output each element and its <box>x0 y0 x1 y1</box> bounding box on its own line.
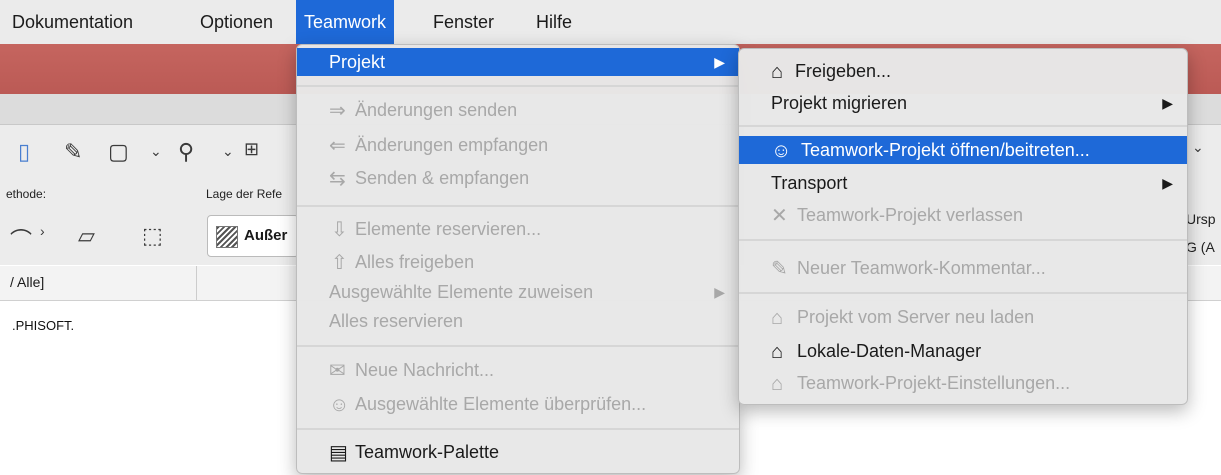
menu-item-new-message[interactable]: ✉ Neue Nachricht... <box>297 356 739 384</box>
menu-item-send-receive[interactable]: ⇆ Senden & empfangen <box>297 164 739 192</box>
house-icon: ⌂ <box>771 61 784 83</box>
arrow-down-icon: ⇩ <box>331 219 348 241</box>
reference-label: Lage der Refe <box>206 187 283 201</box>
chevron-down-icon[interactable]: ⌄ <box>1192 139 1204 156</box>
submenu-arrow-icon: ▶ <box>714 284 725 300</box>
box-icon[interactable]: ▱ <box>78 223 95 249</box>
chevron-down-icon[interactable]: ⌄ <box>150 143 162 160</box>
menu-item-label: Änderungen empfangen <box>355 135 549 155</box>
menu-item-reload[interactable]: ⌂ Projekt vom Server neu laden <box>739 303 1187 331</box>
menu-item-label: Ausgewählte Elemente überprüfen... <box>355 394 647 414</box>
menu-item-label: Alles freigeben <box>355 252 475 272</box>
menu-item-reserve-all[interactable]: Alles reservieren <box>297 307 739 335</box>
menu-item-share[interactable]: ⌂ Freigeben... <box>739 57 1187 85</box>
hatch-selector[interactable]: Außer <box>207 215 299 257</box>
menu-item-send-changes[interactable]: ⇒ Änderungen senden <box>297 96 739 124</box>
cylinder-icon[interactable]: ⌒ <box>10 223 32 255</box>
menu-item-label: Teamwork-Projekt öffnen/beitreten... <box>801 140 1090 160</box>
menu-item-receive-changes[interactable]: ⇐ Änderungen empfangen <box>297 131 739 159</box>
reload-house-icon: ⌂ <box>771 307 784 329</box>
palette-icon: ▤ <box>329 442 348 464</box>
menu-item-projekt[interactable]: Projekt ▶ <box>297 48 739 76</box>
submenu-arrow-icon: ▶ <box>1162 95 1173 111</box>
menu-separator <box>297 428 739 430</box>
comment-icon: ✎ <box>771 258 788 280</box>
submenu-arrow-icon: ▶ <box>1162 175 1173 191</box>
menu-item-assign[interactable]: Ausgewählte Elemente zuweisen ▶ <box>297 278 739 306</box>
hatch-swatch <box>216 226 238 248</box>
menu-item-open-join[interactable]: ☺ Teamwork-Projekt öffnen/beitreten... <box>739 136 1187 164</box>
menu-item-label: Teamwork-Palette <box>355 442 500 462</box>
menu-item-label: Freigeben... <box>795 61 892 81</box>
chevron-down-icon[interactable]: ⌄ <box>222 143 234 160</box>
menu-item-local-data[interactable]: ⌂ Lokale-Daten-Manager <box>739 337 1187 365</box>
people-icon: ☺ <box>329 394 350 416</box>
pointer-icon[interactable]: ▯ <box>18 139 30 165</box>
menu-item-settings[interactable]: ⌂ Teamwork-Projekt-Einstellungen... <box>739 369 1187 397</box>
divider <box>196 266 197 300</box>
menu-item-label: Alles reservieren <box>329 311 464 331</box>
menu-item-label: Projekt vom Server neu laden <box>797 307 1035 327</box>
menu-separator <box>739 125 1187 127</box>
exchange-icon: ⇆ <box>329 168 346 190</box>
menu-item-label: Projekt migrieren <box>771 93 908 113</box>
menu-item-migrate[interactable]: Projekt migrieren ▶ <box>739 89 1187 117</box>
menu-item-transport[interactable]: Transport ▶ <box>739 169 1187 197</box>
menu-item-label: Senden & empfangen <box>355 168 530 188</box>
menu-item-label: Teamwork-Projekt verlassen <box>797 205 1024 225</box>
message-icon: ✉ <box>329 360 346 382</box>
menu-item-check-elements[interactable]: ☺ Ausgewählte Elemente überprüfen... <box>297 390 739 418</box>
menu-hilfe[interactable]: Hilfe <box>536 0 572 44</box>
rectangle-icon[interactable]: ▢ <box>108 139 129 165</box>
story-label: G (A <box>1186 239 1215 255</box>
people-icon: ☺ <box>771 140 792 162</box>
menu-separator <box>739 292 1187 294</box>
leave-icon: ✕ <box>771 205 788 227</box>
menu-separator <box>297 345 739 347</box>
box-open-icon[interactable]: ⬚ <box>142 223 163 249</box>
company-text: .PHISOFT. <box>12 318 75 333</box>
menu-item-label: Teamwork-Projekt-Einstellungen... <box>797 373 1071 393</box>
scale-icon[interactable]: ⊞ <box>244 139 259 160</box>
menu-item-label: Neue Nachricht... <box>355 360 495 380</box>
menu-item-reserve[interactable]: ⇩ Elemente reservieren... <box>297 215 739 243</box>
filter-text: / Alle] <box>10 274 45 290</box>
chevron-right-icon[interactable]: › <box>40 223 45 239</box>
teamwork-menu: Projekt ▶ ⇒ Änderungen senden ⇐ Änderung… <box>296 44 740 474</box>
menu-dokumentation[interactable]: Dokumentation <box>12 0 133 44</box>
menu-item-label: Transport <box>771 173 848 193</box>
menu-teamwork[interactable]: Teamwork <box>296 0 395 44</box>
menu-item-label: Projekt <box>329 52 386 72</box>
menu-item-teamwork-palette[interactable]: ▤ Teamwork-Palette <box>297 438 739 466</box>
origin-label: Ursp <box>1186 211 1216 227</box>
menu-item-new-comment[interactable]: ✎ Neuer Teamwork-Kommentar... <box>739 254 1187 282</box>
menu-separator <box>739 239 1187 241</box>
eyedropper-icon[interactable]: ✎ <box>64 139 82 165</box>
menu-separator <box>297 205 739 207</box>
submenu-arrow-icon: ▶ <box>714 54 725 70</box>
local-data-icon: ⌂ <box>771 341 784 363</box>
menu-item-label: Ausgewählte Elemente zuweisen <box>329 282 594 302</box>
method-label: ethode: <box>6 187 47 201</box>
menu-item-label: Neuer Teamwork-Kommentar... <box>797 258 1046 278</box>
menu-item-release-all[interactable]: ⇧ Alles freigeben <box>297 248 739 276</box>
menu-optionen[interactable]: Optionen <box>200 0 273 44</box>
menu-item-label: Elemente reservieren... <box>355 219 542 239</box>
menu-item-leave[interactable]: ✕ Teamwork-Projekt verlassen <box>739 201 1187 229</box>
menu-item-label: Lokale-Daten-Manager <box>797 341 982 361</box>
projekt-submenu: ⌂ Freigeben... Projekt migrieren ▶ ☺ Tea… <box>738 48 1188 405</box>
menu-separator <box>297 85 739 87</box>
person-icon[interactable]: ⚲ <box>178 139 194 165</box>
settings-house-icon: ⌂ <box>771 373 784 395</box>
hatch-label: Außer <box>244 227 288 244</box>
arrow-right-icon: ⇒ <box>329 100 346 122</box>
arrow-up-icon: ⇧ <box>331 252 348 274</box>
arrow-left-icon: ⇐ <box>329 135 346 157</box>
menu-fenster[interactable]: Fenster <box>433 0 494 44</box>
menu-item-label: Änderungen senden <box>355 100 518 120</box>
menu-bar: Dokumentation Optionen Teamwork Fenster … <box>0 0 1221 44</box>
